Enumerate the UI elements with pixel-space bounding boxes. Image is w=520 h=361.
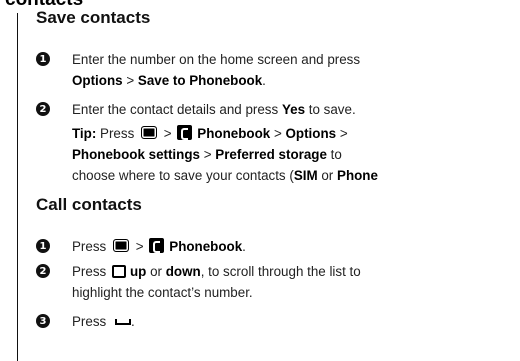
options-label: Options [285, 126, 337, 141]
phone-label: Phone [337, 168, 378, 183]
phonebook-icon [149, 238, 165, 253]
save-step-1-line-1: Enter the number on the home screen and … [72, 52, 361, 67]
down-label: down [165, 264, 201, 279]
menu-key-icon [141, 126, 157, 139]
menu-separator: > [203, 147, 212, 162]
call-step-2-line-1: Press up or down, to scroll through the … [72, 261, 520, 282]
preferred-storage-label: Preferred storage [215, 147, 327, 162]
tip-line-2: Phonebook settings > Preferred storage t… [72, 144, 520, 165]
menu-separator: > [126, 73, 135, 88]
text: Press [72, 314, 107, 329]
yes-label: Yes [281, 102, 306, 117]
period: . [242, 239, 246, 254]
save-step-1-line-2: Options > Save to Phonebook. [72, 70, 520, 91]
save-step-2-line-1: Enter the contact details and press Yes … [72, 99, 520, 120]
navigation-key-icon [111, 265, 126, 278]
margin-rule [17, 13, 18, 361]
manual-page: contacts Save contacts 1 Enter the numbe… [0, 0, 520, 361]
save-contacts-heading: Save contacts [36, 8, 151, 27]
menu-separator: > [135, 239, 144, 254]
period: . [262, 73, 266, 88]
menu-separator: > [163, 126, 172, 141]
phonebook-label: Phonebook [197, 126, 271, 141]
text: Press [72, 264, 107, 279]
send-key-icon [114, 319, 131, 325]
call-step-3-line-1: Press . [72, 311, 520, 332]
menu-separator: > [273, 126, 282, 141]
text: Press [72, 239, 107, 254]
step-number-badge: 1 [36, 52, 50, 66]
up-label: up [129, 264, 147, 279]
options-label: Options [72, 73, 123, 88]
text: Press [100, 126, 135, 141]
call-step-2-line-2: highlight the contact’s number. [72, 285, 253, 300]
sim-label: SIM [293, 168, 318, 183]
step-number-badge: 1 [36, 239, 50, 253]
text: , to scroll through the list to [200, 264, 361, 279]
tip-line-3: choose where to save your contacts (SIM … [72, 165, 520, 186]
phonebook-label: Phonebook [169, 239, 243, 254]
step-number-badge: 2 [36, 102, 50, 116]
text: or [150, 264, 162, 279]
menu-separator: > [339, 126, 348, 141]
text: to [330, 147, 342, 162]
text: Enter the contact details and press [72, 102, 279, 117]
step-number-badge: 2 [36, 264, 50, 278]
save-to-phonebook-label: Save to Phonebook [137, 73, 263, 88]
text: to save. [308, 102, 356, 117]
menu-key-icon [112, 239, 129, 252]
phonebook-settings-label: Phonebook settings [72, 147, 200, 162]
period: . [130, 314, 135, 329]
phonebook-icon [177, 125, 193, 140]
tip-label: Tip: [72, 126, 97, 141]
step-number-badge: 3 [36, 314, 50, 328]
call-contacts-heading: Call contacts [36, 195, 142, 214]
text: choose where to save your contacts ( [72, 168, 294, 183]
call-step-1-line-1: Press > Phonebook. [72, 236, 520, 257]
text: or [321, 168, 334, 183]
tip-line-1: Tip: Press > Phonebook > Options > [72, 123, 520, 144]
